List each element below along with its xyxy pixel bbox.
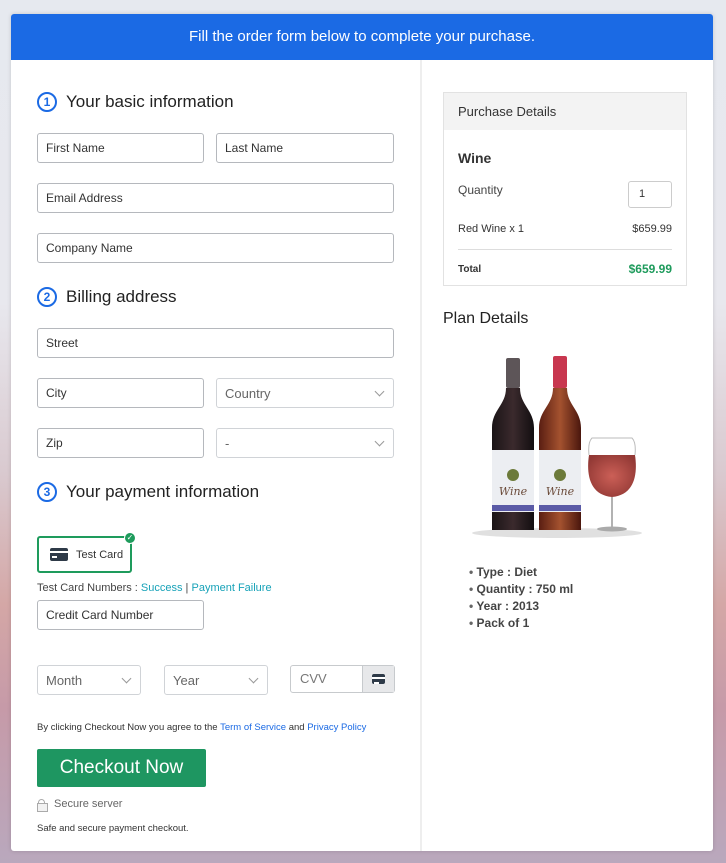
card-number-input[interactable]: Credit Card Number bbox=[37, 600, 204, 630]
chevron-down-icon bbox=[121, 673, 132, 683]
cvv-card-button[interactable] bbox=[362, 666, 394, 692]
test-card-numbers: Test Card Numbers : Success | Payment Fa… bbox=[37, 582, 272, 594]
credit-card-icon bbox=[50, 548, 68, 561]
test-card-label: Test Card bbox=[76, 548, 124, 561]
month-select-value: Month bbox=[46, 672, 83, 688]
plan-feature-item: Quantity : 750 ml bbox=[469, 581, 574, 598]
payment-heading: 3 Your payment information bbox=[37, 482, 259, 502]
purchase-details-panel: Purchase Details Wine Quantity 1 Red Win… bbox=[443, 92, 687, 286]
billing-title: Billing address bbox=[66, 287, 177, 306]
street-input[interactable]: Street bbox=[37, 328, 394, 358]
checkout-card: Fill the order form below to complete yo… bbox=[11, 14, 713, 851]
test-card-numbers-label: Test Card Numbers : bbox=[37, 582, 141, 594]
divider bbox=[458, 249, 672, 250]
plan-features: Type : Diet Quantity : 750 ml Year : 201… bbox=[469, 564, 573, 632]
zip-input[interactable]: Zip bbox=[37, 428, 204, 458]
quantity-label: Quantity bbox=[458, 183, 503, 197]
bottle-red: Wine bbox=[539, 356, 581, 530]
first-name-input[interactable]: First Name bbox=[37, 133, 204, 163]
secure-server-label: Secure server bbox=[54, 798, 123, 810]
terms-of-service-link[interactable]: Term of Service bbox=[220, 722, 286, 733]
lock-icon bbox=[37, 799, 48, 812]
total-price: $659.99 bbox=[628, 262, 672, 276]
privacy-policy-link[interactable]: Privacy Policy bbox=[307, 722, 366, 733]
country-select[interactable]: Country bbox=[216, 378, 394, 408]
agreement-and: and bbox=[286, 722, 308, 733]
bottle-label-text: Wine bbox=[499, 485, 528, 498]
total-label: Total bbox=[458, 264, 482, 275]
purchase-details-title: Purchase Details bbox=[444, 93, 686, 130]
secure-server: Secure server bbox=[37, 798, 123, 812]
cvv-field: CVV bbox=[290, 665, 395, 693]
chevron-down-icon bbox=[248, 673, 259, 683]
company-input[interactable]: Company Name bbox=[37, 233, 394, 263]
state-select-value: - bbox=[225, 435, 230, 451]
order-summary: Purchase Details Wine Quantity 1 Red Win… bbox=[422, 60, 713, 851]
test-card-option[interactable]: Test Card ✓ bbox=[37, 532, 136, 573]
state-select[interactable]: - bbox=[216, 428, 394, 458]
plan-feature-item: Pack of 1 bbox=[469, 615, 573, 632]
line-item-label: Red Wine x 1 bbox=[458, 223, 525, 235]
month-select[interactable]: Month bbox=[37, 665, 141, 695]
step-1-icon: 1 bbox=[37, 92, 57, 112]
cvv-input[interactable]: CVV bbox=[291, 666, 362, 692]
step-2-icon: 2 bbox=[37, 287, 57, 307]
check-circle-icon: ✓ bbox=[124, 532, 136, 544]
line-item-price: $659.99 bbox=[632, 223, 672, 235]
wine-glass bbox=[588, 437, 636, 532]
chevron-down-icon bbox=[374, 436, 385, 446]
year-select[interactable]: Year bbox=[164, 665, 268, 695]
last-name-input[interactable]: Last Name bbox=[216, 133, 394, 163]
checkout-now-button[interactable]: Checkout Now bbox=[37, 749, 206, 787]
bottle-label-text: Wine bbox=[546, 485, 575, 498]
basic-info-heading: 1 Your basic information bbox=[37, 92, 234, 112]
basic-info-title: Your basic information bbox=[66, 92, 234, 111]
billing-heading: 2 Billing address bbox=[37, 287, 177, 307]
terms-agreement: By clicking Checkout Now you agree to th… bbox=[37, 722, 366, 733]
success-link[interactable]: Success bbox=[141, 582, 183, 594]
year-select-value: Year bbox=[173, 672, 200, 688]
plan-details-title: Plan Details bbox=[443, 310, 529, 327]
country-select-value: Country bbox=[225, 385, 271, 401]
bottle-dark: Wine bbox=[492, 358, 534, 530]
header-banner: Fill the order form below to complete yo… bbox=[11, 14, 713, 60]
plan-feature-item: Year : 2013 bbox=[469, 598, 573, 615]
product-name: Wine bbox=[458, 150, 492, 166]
payment-failure-link[interactable]: Payment Failure bbox=[191, 582, 271, 594]
order-form: 1 Your basic information First Name Last… bbox=[11, 60, 421, 851]
credit-card-icon bbox=[372, 674, 385, 684]
step-3-icon: 3 bbox=[37, 482, 57, 502]
city-input[interactable]: City bbox=[37, 378, 204, 408]
email-input[interactable]: Email Address bbox=[37, 183, 394, 213]
plan-feature-item: Type : Diet bbox=[469, 564, 573, 581]
quantity-input[interactable]: 1 bbox=[628, 181, 672, 208]
safe-checkout-text: Safe and secure payment checkout. bbox=[37, 823, 189, 834]
chevron-down-icon bbox=[374, 386, 385, 396]
wine-product-image: Wine Wine bbox=[472, 356, 642, 538]
payment-title: Your payment information bbox=[66, 482, 260, 501]
agreement-text: By clicking Checkout Now you agree to th… bbox=[37, 722, 221, 733]
